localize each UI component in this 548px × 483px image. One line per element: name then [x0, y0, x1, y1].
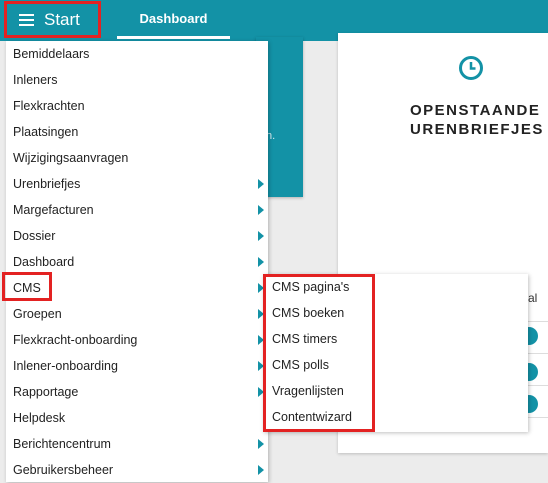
menu-item-gebruikersbeheer[interactable]: Gebruikersbeheer: [6, 457, 268, 483]
column-header-partial: al: [528, 291, 538, 305]
submenu-item-label: CMS timers: [272, 332, 338, 346]
start-menu-button[interactable]: Start: [4, 1, 101, 38]
hamburger-icon: [19, 13, 34, 26]
menu-item-dossier[interactable]: Dossier: [6, 223, 268, 249]
submenu-item-label: CMS polls: [272, 358, 329, 372]
chevron-right-icon: [258, 205, 264, 215]
menu-item-label: Margefacturen: [13, 203, 94, 217]
card-title-line2: URENBRIEFJES: [410, 121, 544, 138]
chevron-right-icon: [258, 439, 264, 449]
menu-item-inlener-onboarding[interactable]: Inlener-onboarding: [6, 353, 268, 379]
menu-item-label: Gebruikersbeheer: [13, 463, 114, 477]
menu-item-flexkracht-onboarding[interactable]: Flexkracht-onboarding: [6, 327, 268, 353]
chevron-right-icon: [258, 257, 264, 267]
menu-item-label: Plaatsingen: [13, 125, 79, 139]
menu-item-label: Flexkrachten: [13, 99, 85, 113]
menu-item-label: Urenbriefjes: [13, 177, 81, 191]
menu-item-inleners[interactable]: Inleners: [6, 67, 268, 93]
menu-item-label: Flexkracht-onboarding: [13, 333, 138, 347]
submenu-item-vragenlijsten[interactable]: Vragenlijsten: [263, 378, 373, 404]
menu-item-label: Berichtencentrum: [13, 437, 111, 451]
menu-item-label: Dashboard: [13, 255, 75, 269]
menu-item-urenbriefjes[interactable]: Urenbriefjes: [6, 171, 268, 197]
submenu-item-cms-boeken[interactable]: CMS boeken: [263, 300, 373, 326]
submenu-item-label: Contentwizard: [272, 410, 352, 424]
start-dropdown-menu: Bemiddelaars Inleners Flexkrachten Plaatsin…: [6, 41, 268, 482]
menu-item-plaatsingen[interactable]: Plaatsingen: [6, 119, 268, 145]
chevron-right-icon: [258, 231, 264, 241]
start-menu-label: Start: [44, 9, 80, 29]
menu-item-label: Inleners: [13, 73, 58, 87]
menu-item-label: Dossier: [13, 229, 56, 243]
submenu-item-cms-polls[interactable]: CMS polls: [263, 352, 373, 378]
menu-item-helpdesk[interactable]: Helpdesk: [6, 405, 268, 431]
chevron-right-icon: [258, 179, 264, 189]
menu-item-berichtencentrum[interactable]: Berichtencentrum: [6, 431, 268, 457]
menu-item-label: Bemiddelaars: [13, 47, 90, 61]
submenu-item-label: CMS boeken: [272, 306, 345, 320]
card-title-line1: OPENSTAANDE: [410, 102, 541, 119]
submenu-item-contentwizard[interactable]: Contentwizard: [263, 404, 373, 430]
menu-item-label: Wijzigingsaanvragen: [13, 151, 129, 165]
menu-item-label: Groepen: [13, 307, 62, 321]
clock-icon: [459, 56, 483, 80]
menu-item-margefacturen[interactable]: Margefacturen: [6, 197, 268, 223]
menu-item-bemiddelaars[interactable]: Bemiddelaars: [6, 41, 268, 67]
menu-item-cms[interactable]: CMS: [6, 275, 268, 301]
menu-item-label: Helpdesk: [13, 411, 66, 425]
menu-item-dashboard[interactable]: Dashboard: [6, 249, 268, 275]
menu-item-wijzigingsaanvragen[interactable]: Wijzigingsaanvragen: [6, 145, 268, 171]
submenu-item-label: Vragenlijsten: [272, 384, 344, 398]
submenu-item-cms-pagina-s[interactable]: CMS pagina's: [263, 274, 373, 300]
cms-submenu: CMS pagina's CMS boeken CMS timers CMS poll…: [263, 274, 528, 432]
menu-item-label: Inlener-onboarding: [13, 359, 118, 373]
menu-item-groepen[interactable]: Groepen: [6, 301, 268, 327]
tab-dashboard[interactable]: Dashboard: [117, 0, 230, 39]
menu-item-label: Rapportage: [13, 385, 79, 399]
submenu-item-label: CMS pagina's: [272, 280, 350, 294]
menu-item-rapportage[interactable]: Rapportage: [6, 379, 268, 405]
menu-item-flexkrachten[interactable]: Flexkrachten: [6, 93, 268, 119]
card-title: OPENSTAANDE URENBRIEFJES: [410, 101, 548, 139]
chevron-right-icon: [258, 465, 264, 475]
menu-item-label: CMS: [13, 281, 41, 295]
submenu-item-cms-timers[interactable]: CMS timers: [263, 326, 373, 352]
